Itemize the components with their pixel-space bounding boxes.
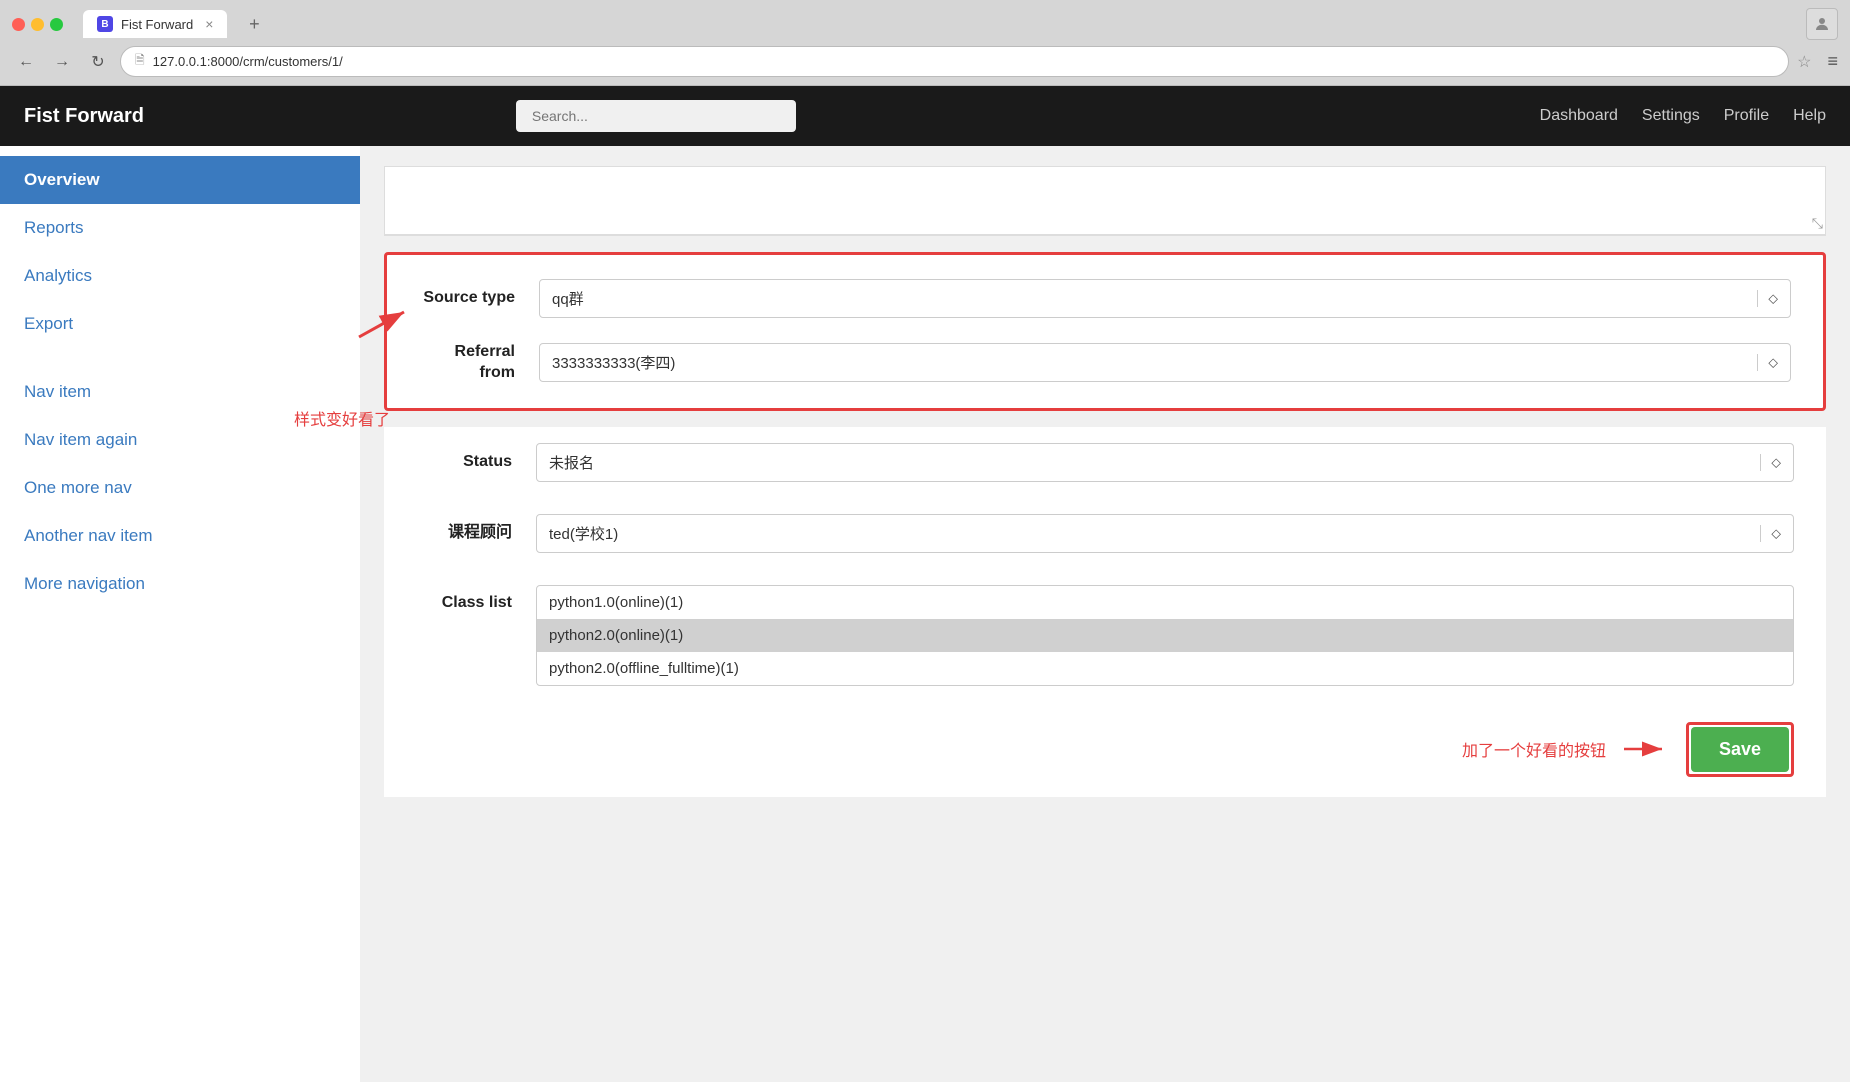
class-list-group: Class list python1.0(online)(1) python2.… <box>416 585 1794 686</box>
sidebar-divider <box>0 348 360 368</box>
nav-settings[interactable]: Settings <box>1642 107 1700 125</box>
arrow-annotation <box>354 302 414 347</box>
app-header: Fist Forward Dashboard Settings Profile … <box>0 86 1850 146</box>
close-dot[interactable] <box>12 18 25 31</box>
referral-from-value: 3333333333(李四) <box>552 352 1747 373</box>
nav-help[interactable]: Help <box>1793 107 1826 125</box>
class-list-section: Class list python1.0(online)(1) python2.… <box>384 569 1826 702</box>
tab-favicon: B <box>97 16 113 32</box>
sidebar-item-reports[interactable]: Reports <box>0 204 360 252</box>
status-arrow: ⬦ <box>1760 454 1781 471</box>
refresh-button[interactable]: ↻ <box>84 48 112 76</box>
forward-button[interactable]: → <box>48 48 76 76</box>
class-list-item-0[interactable]: python1.0(online)(1) <box>537 586 1793 619</box>
advisor-select[interactable]: ted(学校1) ⬦ <box>536 514 1794 553</box>
status-select[interactable]: 未报名 ⬦ <box>536 443 1794 482</box>
advisor-group: 课程顾问 ted(学校1) ⬦ <box>416 514 1794 553</box>
source-type-value: qq群 <box>552 288 1747 309</box>
main-content: ⤡ Source type <box>360 146 1850 1082</box>
browser-tab[interactable]: B Fist Forward × <box>83 10 227 38</box>
tab-close-button[interactable]: × <box>205 16 213 32</box>
maximize-dot[interactable] <box>50 18 63 31</box>
search-container <box>516 100 796 132</box>
class-list-label: Class list <box>416 585 536 614</box>
status-group: Status 未报名 ⬦ <box>416 443 1794 482</box>
save-section: 加了一个好看的按钮 Save <box>384 702 1826 797</box>
save-button[interactable]: Save <box>1691 727 1789 772</box>
status-value: 未报名 <box>549 452 1750 473</box>
status-section: Status 未报名 ⬦ <box>384 427 1826 498</box>
app-logo: Fist Forward <box>24 105 144 128</box>
referral-from-group: Referral from 3333333333(李四) ⬦ <box>419 342 1791 384</box>
sidebar-item-one-more-nav[interactable]: One more nav <box>0 464 360 512</box>
url-bar[interactable]: 🗎 127.0.0.1:8000/crm/customers/1/ <box>120 46 1789 77</box>
sidebar-item-export[interactable]: Export <box>0 300 360 348</box>
advisor-arrow: ⬦ <box>1760 525 1781 542</box>
referral-from-label: Referral from <box>419 342 539 384</box>
minimize-dot[interactable] <box>31 18 44 31</box>
save-button-wrapper: Save <box>1686 722 1794 777</box>
browser-dots <box>12 18 63 31</box>
search-input[interactable] <box>516 100 796 132</box>
status-label: Status <box>416 452 536 473</box>
sidebar-item-analytics[interactable]: Analytics <box>0 252 360 300</box>
sidebar-item-another-nav[interactable]: Another nav item <box>0 512 360 560</box>
profile-icon[interactable] <box>1806 8 1838 40</box>
back-button[interactable]: ← <box>12 48 40 76</box>
sidebar: Overview Reports Analytics Export Nav it… <box>0 146 360 1082</box>
app-nav: Dashboard Settings Profile Help <box>1540 107 1826 125</box>
resize-handle[interactable]: ⤡ <box>1812 215 1823 232</box>
nav-dashboard[interactable]: Dashboard <box>1540 107 1618 125</box>
referral-from-select[interactable]: 3333333333(李四) ⬦ <box>539 343 1791 382</box>
class-list[interactable]: python1.0(online)(1) python2.0(online)(1… <box>536 585 1794 686</box>
top-area: ⤡ <box>384 166 1826 236</box>
new-tab-button[interactable]: + <box>239 12 269 36</box>
advisor-value: ted(学校1) <box>549 523 1750 544</box>
advisor-section: 课程顾问 ted(学校1) ⬦ <box>384 498 1826 569</box>
save-note: 加了一个好看的按钮 <box>1462 737 1606 761</box>
class-list-item-2[interactable]: python2.0(offline_fulltime)(1) <box>537 652 1793 685</box>
url-text: 127.0.0.1:8000/crm/customers/1/ <box>153 54 343 69</box>
source-type-group: Source type qq群 ⬦ <box>419 279 1791 318</box>
save-arrow-icon <box>1622 739 1670 759</box>
sidebar-item-more-navigation[interactable]: More navigation <box>0 560 360 608</box>
class-list-item-1[interactable]: python2.0(online)(1) <box>537 619 1793 652</box>
nav-profile[interactable]: Profile <box>1724 107 1769 125</box>
tab-title: Fist Forward <box>121 17 193 32</box>
sidebar-item-overview[interactable]: Overview <box>0 156 360 204</box>
source-type-arrow: ⬦ <box>1757 290 1778 307</box>
app-body: Overview Reports Analytics Export Nav it… <box>0 146 1850 1082</box>
menu-icon[interactable]: ≡ <box>1827 51 1838 72</box>
advisor-label: 课程顾问 <box>416 523 536 544</box>
highlight-section: Source type qq群 ⬦ Referral from 33333333… <box>384 252 1826 411</box>
source-type-select[interactable]: qq群 ⬦ <box>539 279 1791 318</box>
url-icon: 🗎 <box>135 51 145 72</box>
source-type-label: Source type <box>419 288 539 309</box>
browser-chrome: B Fist Forward × + ← → ↻ 🗎 127.0.0.1:800… <box>0 0 1850 86</box>
bookmark-icon[interactable]: ☆ <box>1797 52 1811 72</box>
referral-from-arrow: ⬦ <box>1757 354 1778 371</box>
